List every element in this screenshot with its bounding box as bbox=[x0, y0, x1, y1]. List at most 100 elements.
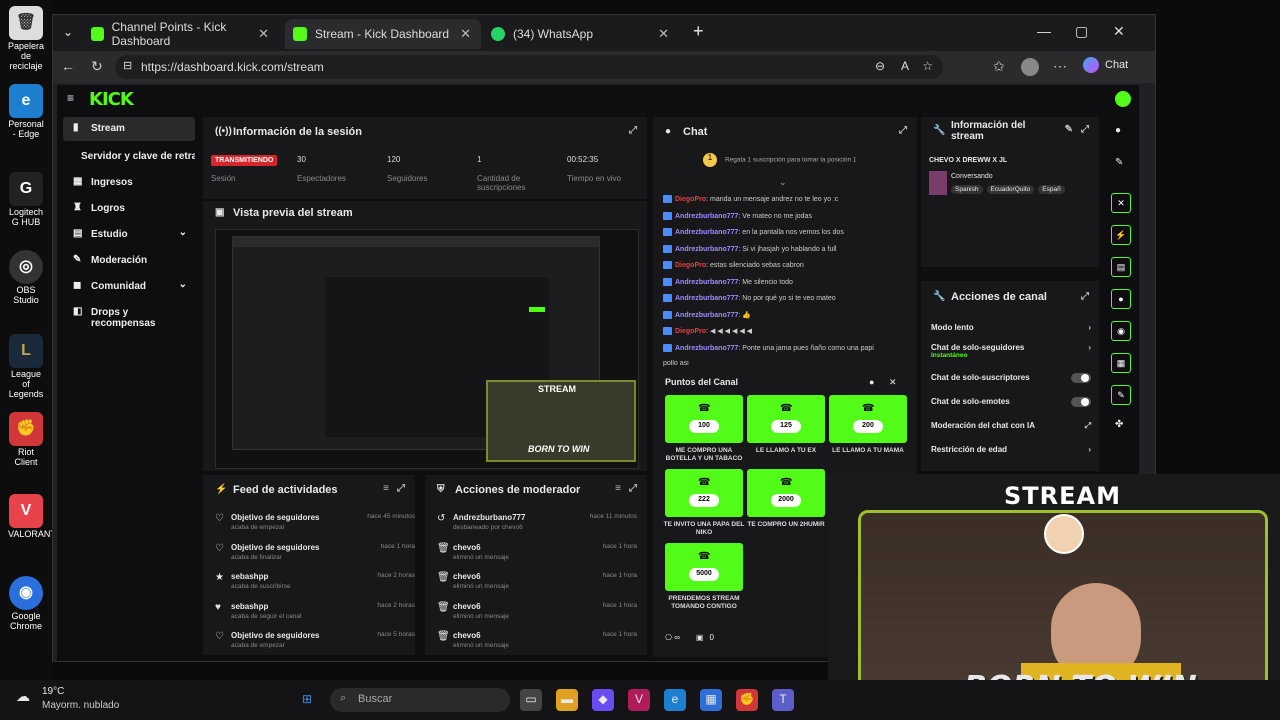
tab-channel-points[interactable]: Channel Points - Kick Dashboard ✕ bbox=[83, 19, 279, 49]
desktop-icon-ghub[interactable]: G Logitech G HUB bbox=[8, 172, 44, 228]
action-emotes-only[interactable]: Chat de solo-emotes bbox=[931, 397, 1091, 407]
collapse-arrow-icon[interactable]: ⌄ bbox=[779, 177, 787, 188]
sidebar-item-estudio[interactable]: ▤ Estudio ⌄ bbox=[63, 223, 195, 247]
action-followers-only[interactable]: Chat de solo-seguidores Instantáneo › bbox=[931, 343, 1091, 359]
desktop-icon-valorant[interactable]: V VALORANT bbox=[8, 494, 56, 540]
feed-item[interactable]: 🗑 chevo6 eliminó un mensaje hace 1 hora bbox=[437, 572, 637, 600]
profile-avatar[interactable] bbox=[1021, 58, 1039, 76]
task-view-icon[interactable]: ▭ bbox=[520, 689, 542, 711]
chat-username[interactable]: Andrezburbano777 bbox=[675, 245, 738, 252]
desktop-icon-riot[interactable]: ✊ Riot Client bbox=[8, 412, 44, 468]
popout-icon[interactable]: ⤢ bbox=[629, 483, 637, 494]
more-menu-icon[interactable]: ⋯ bbox=[1053, 58, 1067, 75]
tag-chip[interactable]: Españ bbox=[1038, 185, 1065, 194]
sidebar-item-server-key[interactable]: Servidor y clave de retransmisión bbox=[63, 145, 195, 169]
teams-taskbar-icon[interactable]: T bbox=[772, 689, 794, 711]
stream-preview-video[interactable]: STREAM BORN TO WIN bbox=[215, 229, 639, 469]
reward-card[interactable]: ☎ 222 bbox=[665, 469, 743, 517]
kick-logo[interactable]: KICK bbox=[89, 89, 134, 110]
filter-icon[interactable]: ≡ bbox=[615, 483, 621, 494]
pencil-icon[interactable]: ✎ bbox=[1115, 157, 1123, 168]
feed-item[interactable]: ★ sebashpp acaba de suscribirse hace 2 hora… bbox=[215, 572, 415, 600]
riot-taskbar-icon[interactable]: ✊ bbox=[736, 689, 758, 711]
tab-whatsapp[interactable]: (34) WhatsApp ✕ bbox=[483, 19, 679, 49]
action-slow-mode[interactable]: Modo lento › bbox=[931, 323, 1091, 332]
reward-card[interactable]: ☎ 200 bbox=[829, 395, 907, 443]
refresh-icon[interactable]: ↻ bbox=[91, 58, 103, 75]
site-info-icon[interactable]: ⊟ bbox=[123, 59, 132, 72]
quick-action-note-button[interactable]: ▤ bbox=[1111, 257, 1131, 277]
weather-desc[interactable]: Mayorm. nublado bbox=[42, 700, 119, 711]
feed-item[interactable]: 🗑 chevo6 eliminó un mensaje hace 1 hora bbox=[437, 631, 637, 659]
chat-username[interactable]: Andrezburbano777 bbox=[675, 229, 738, 236]
close-icon[interactable]: ✕ bbox=[889, 377, 897, 388]
minimize-button[interactable]: — bbox=[1037, 23, 1051, 39]
reward-card[interactable]: ☎ 5000 bbox=[665, 543, 743, 591]
info-icon[interactable]: ● bbox=[1115, 125, 1121, 136]
reward-card[interactable]: ☎ 2000 bbox=[747, 469, 825, 517]
desktop-icon-obs[interactable]: ◎ OBS Studio bbox=[8, 250, 44, 306]
back-icon[interactable]: ← bbox=[61, 58, 75, 74]
close-icon[interactable]: ✕ bbox=[258, 26, 269, 42]
sidebar-item-drops[interactable]: ◧ Drops y recompensas bbox=[63, 301, 195, 329]
file-explorer-icon[interactable]: ▬ bbox=[556, 689, 578, 711]
info-icon[interactable]: ● bbox=[869, 377, 874, 387]
edge-taskbar-icon[interactable]: e bbox=[664, 689, 686, 711]
edit-icon[interactable]: ✎ bbox=[1065, 124, 1073, 136]
sidebar-item-ingresos[interactable]: ▦ Ingresos bbox=[63, 171, 195, 195]
action-subs-only[interactable]: Chat de solo-suscriptores bbox=[931, 373, 1091, 383]
copilot-chat-button[interactable]: Chat bbox=[1083, 57, 1128, 73]
toggle-switch[interactable] bbox=[1071, 397, 1091, 407]
tag-chip[interactable]: Spanish bbox=[951, 185, 983, 194]
chat-username[interactable]: DiegoPro bbox=[675, 262, 706, 269]
feed-item[interactable]: ♡ Objetivo de seguidores acaba de empezar h… bbox=[215, 631, 415, 659]
popout-icon[interactable]: ⤢ bbox=[629, 125, 637, 136]
popout-icon[interactable]: ⤢ bbox=[899, 125, 907, 136]
chat-username[interactable]: DiegoPro bbox=[675, 328, 706, 335]
action-age-restriction[interactable]: Restricción de edad › bbox=[931, 445, 1091, 454]
close-icon[interactable]: ✕ bbox=[658, 26, 669, 42]
chat-username[interactable]: Andrezburbano777 bbox=[675, 344, 738, 351]
pinned-gift-banner[interactable]: 1 Regala 1 suscripción para tomar la posi… bbox=[703, 153, 857, 167]
chat-username[interactable]: Andrezburbano777 bbox=[675, 212, 738, 219]
popout-icon[interactable]: ⤢ bbox=[1081, 124, 1089, 136]
sidebar-item-stream[interactable]: ▮ Stream bbox=[63, 117, 195, 141]
windows-start-icon[interactable]: ⊞ bbox=[296, 689, 318, 711]
new-tab-button[interactable]: + bbox=[693, 21, 704, 42]
feed-item[interactable]: 🗑 chevo6 eliminó un mensaje hace 1 hora bbox=[437, 543, 637, 571]
action-ai-moderation[interactable]: Moderación del chat con IA ⤢ bbox=[931, 421, 1091, 430]
store-taskbar-icon[interactable]: ▦ bbox=[700, 689, 722, 711]
feed-item[interactable]: ♥ sebashpp acaba de seguir el canal hace 2 … bbox=[215, 602, 415, 630]
feed-item[interactable]: ♡ Objetivo de seguidores acaba de finaliza… bbox=[215, 543, 415, 571]
popout-icon[interactable]: ⤢ bbox=[397, 483, 405, 494]
tab-list-icon[interactable]: ⌄ bbox=[63, 25, 73, 39]
close-icon[interactable]: ✕ bbox=[460, 26, 471, 42]
close-window-button[interactable]: ✕ bbox=[1113, 23, 1125, 40]
quick-action-grid-button[interactable]: ▦ bbox=[1111, 353, 1131, 373]
toggle-switch[interactable] bbox=[1071, 373, 1091, 383]
desktop-icon-chrome[interactable]: ◉ Google Chrome bbox=[8, 576, 44, 632]
settings-icon[interactable]: ✤ bbox=[1115, 419, 1123, 430]
sidebar-item-comunidad[interactable]: ◼ Comunidad ⌄ bbox=[63, 275, 195, 299]
quick-action-wrench-button[interactable]: ✎ bbox=[1111, 385, 1131, 405]
chat-username[interactable]: Andrezburbano777 bbox=[675, 312, 738, 319]
user-avatar[interactable] bbox=[1115, 91, 1131, 107]
quick-action-broadcast-button[interactable]: ◉ bbox=[1111, 321, 1131, 341]
maximize-button[interactable]: ▢ bbox=[1075, 23, 1088, 40]
favorite-star-icon[interactable]: ☆ bbox=[922, 59, 933, 73]
chat-username[interactable]: Andrezburbano777 bbox=[675, 295, 738, 302]
popout-icon[interactable]: ⤢ bbox=[1081, 291, 1089, 302]
taskbar-search-input[interactable]: ⌕ Buscar bbox=[330, 688, 510, 712]
zoom-icon[interactable]: ⊖ bbox=[875, 59, 885, 73]
filter-icon[interactable]: ≡ bbox=[383, 483, 389, 494]
favorites-icon[interactable]: ✩ bbox=[993, 58, 1005, 75]
tab-stream[interactable]: Stream - Kick Dashboard ✕ bbox=[285, 19, 481, 49]
sidebar-item-moderacion[interactable]: ✎ Moderación bbox=[63, 249, 195, 273]
read-aloud-icon[interactable]: A bbox=[901, 59, 909, 73]
quick-action-bolt-button[interactable]: ⚡ bbox=[1111, 225, 1131, 245]
chat-username[interactable]: DiegoPro bbox=[675, 196, 706, 203]
url-input[interactable]: ⊟ https://dashboard.kick.com/stream ⊖ A ☆ bbox=[115, 55, 943, 79]
sidebar-item-logros[interactable]: ♜ Logros bbox=[63, 197, 195, 221]
copilot-taskbar-icon[interactable]: ◆ bbox=[592, 689, 614, 711]
weather-temp[interactable]: 19°C bbox=[42, 686, 64, 697]
